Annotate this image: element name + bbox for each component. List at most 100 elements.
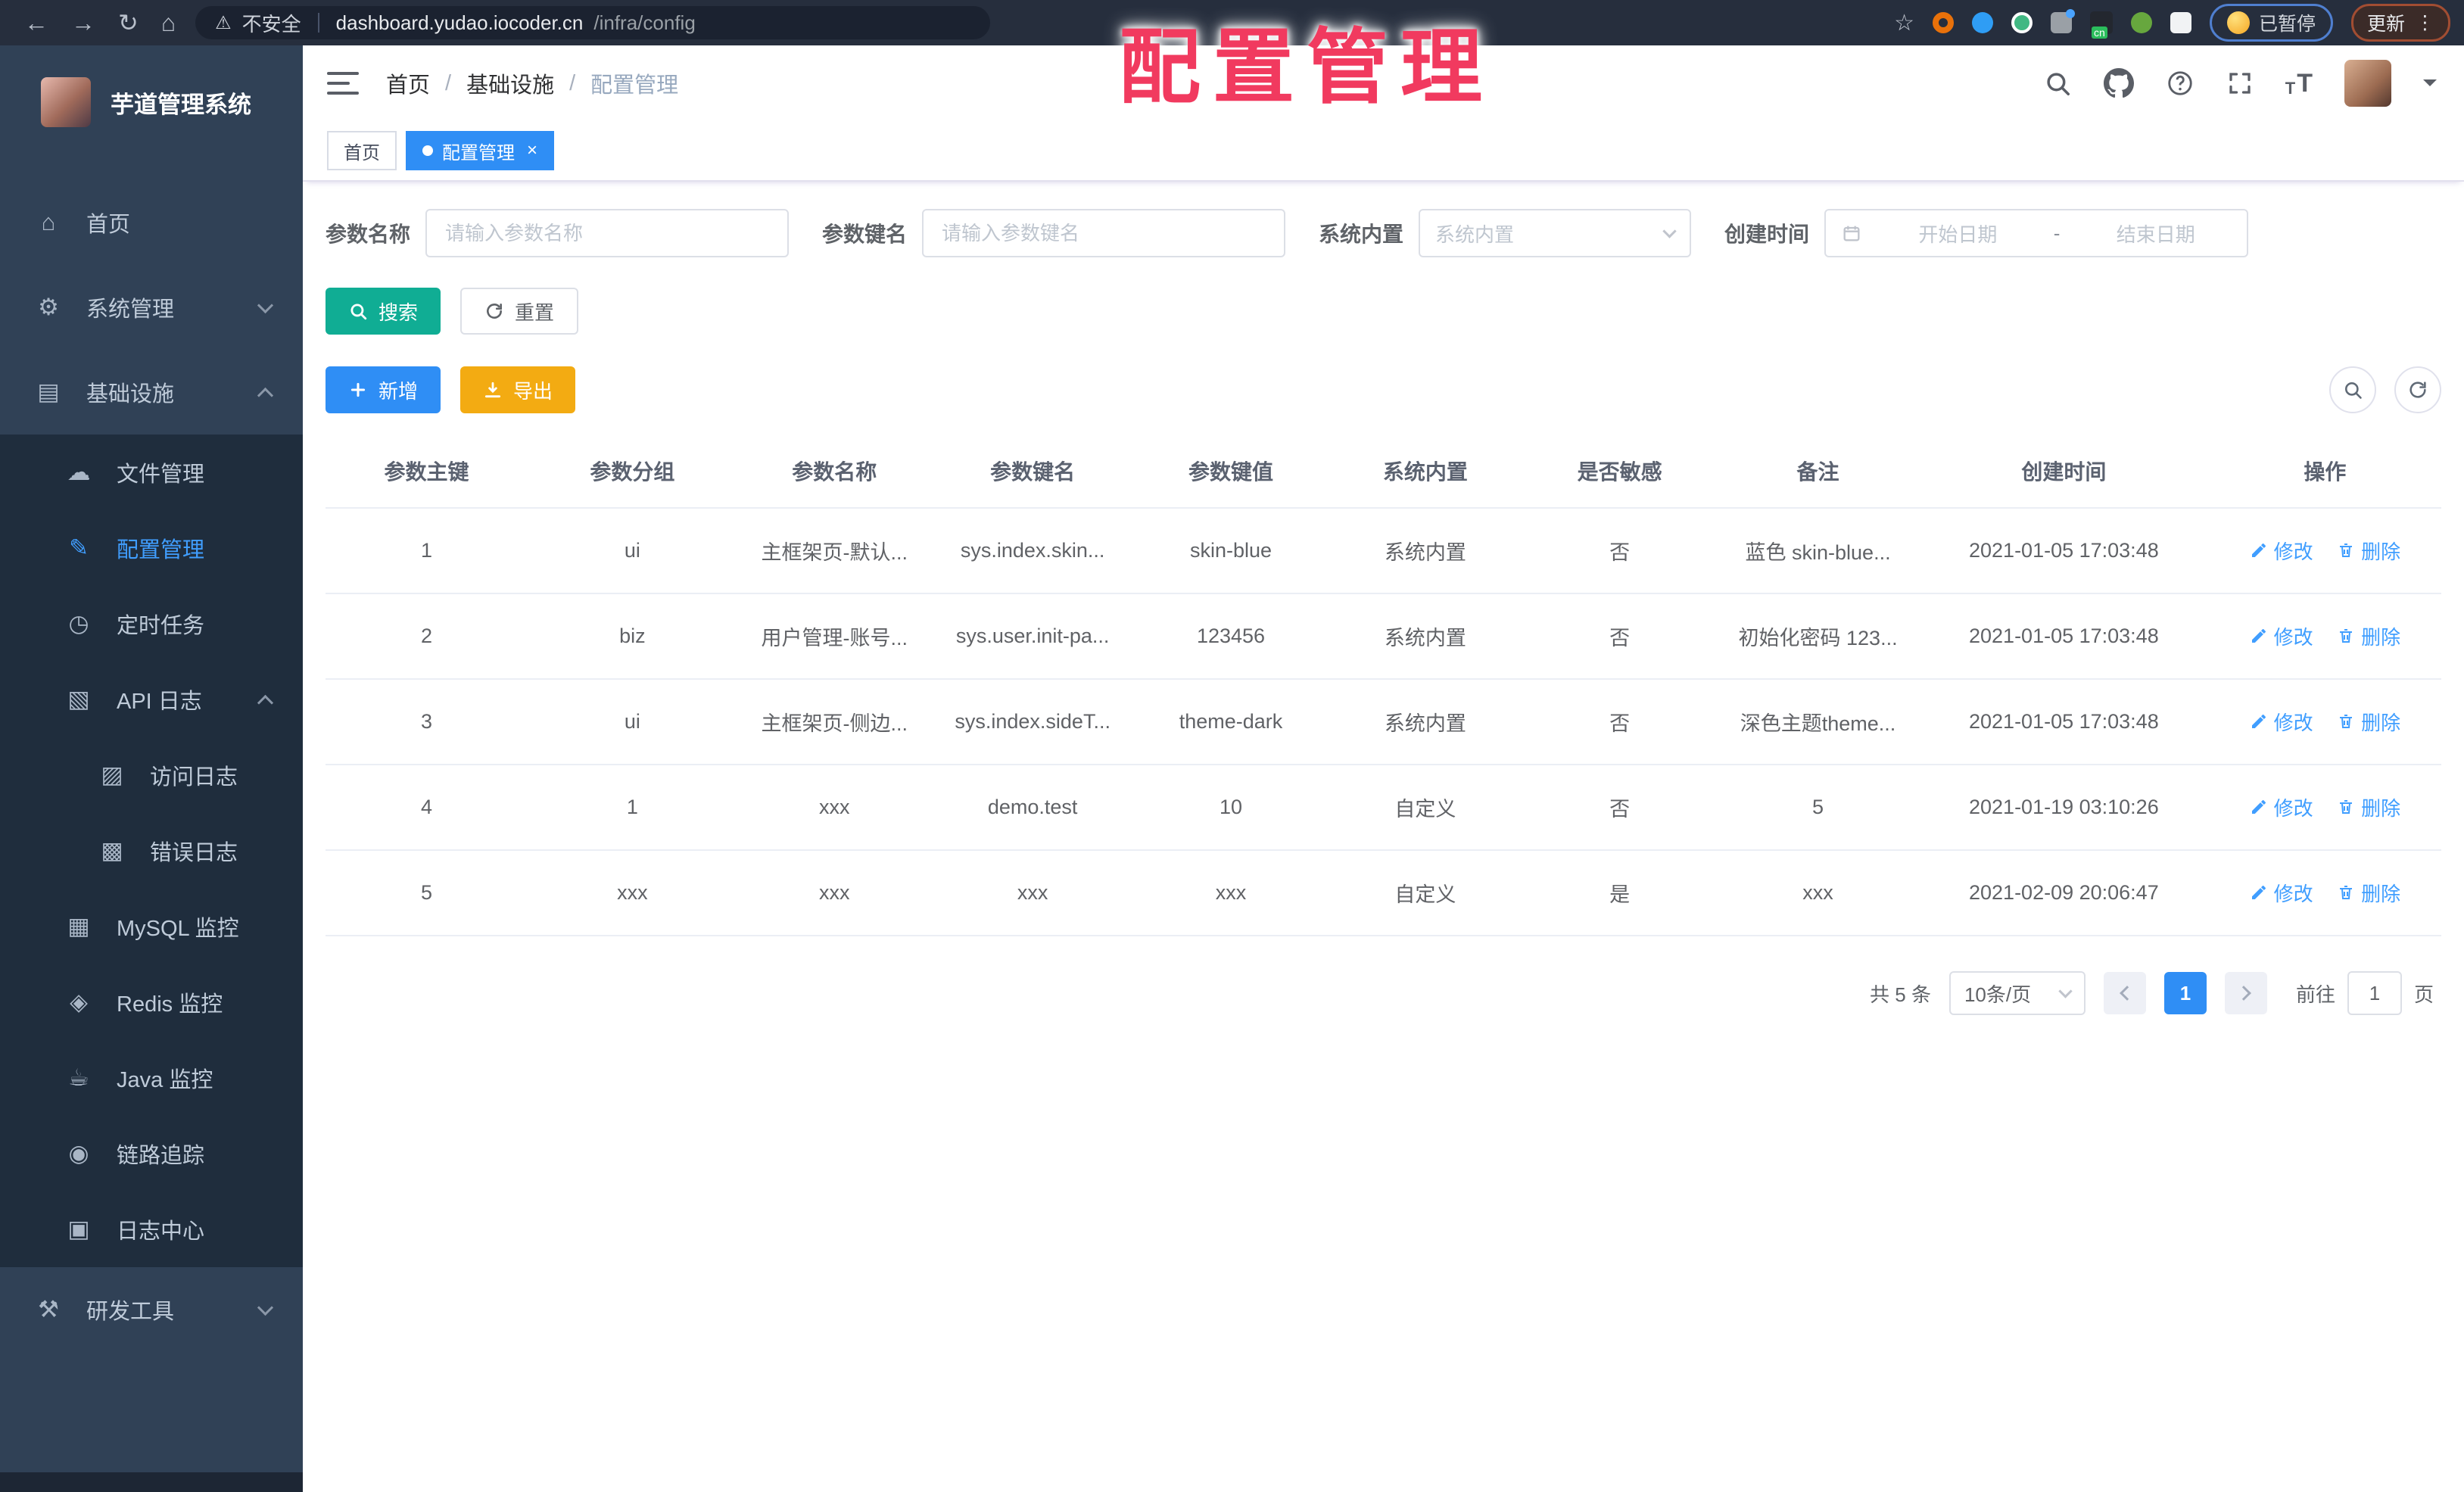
close-icon[interactable]: ×: [527, 140, 537, 161]
tab-config[interactable]: 配置管理 ×: [406, 131, 555, 170]
sidebar-item-java[interactable]: ☕ Java 监控: [0, 1040, 303, 1116]
github-icon[interactable]: [2103, 68, 2134, 98]
cn-badge: cn: [2091, 26, 2107, 39]
extensions-puzzle-icon[interactable]: [2170, 12, 2191, 33]
add-button[interactable]: 新增: [326, 366, 441, 413]
browser-toolbar-right: ☆ cn 已暂停 更新 ⋮: [1894, 4, 2450, 42]
cell-created: 2021-01-05 17:03:48: [1919, 508, 2209, 594]
cell-key: sys.user.init-pa...: [931, 593, 1134, 680]
toggle-search-button[interactable]: [2329, 366, 2376, 413]
filter-param-name: 参数名称: [326, 209, 790, 257]
chevron-right-icon: [2236, 986, 2251, 1001]
browser-reload-icon[interactable]: ↻: [118, 8, 139, 37]
sidebar-item-log-center[interactable]: ▣ 日志中心: [0, 1191, 303, 1267]
prev-page-button[interactable]: [2103, 972, 2146, 1014]
reset-button[interactable]: 重置: [460, 288, 579, 335]
next-page-button[interactable]: [2224, 972, 2267, 1014]
page-size-select[interactable]: 10条/页: [1948, 971, 2086, 1015]
cell-value: 10: [1133, 765, 1329, 851]
param-key-input[interactable]: [922, 209, 1286, 257]
edit-link[interactable]: 修改: [2250, 793, 2313, 821]
sidebar-item-api-log[interactable]: ▧ API 日志: [0, 662, 303, 737]
table-toolbar: 新增 导出: [326, 366, 2441, 413]
document-icon: ▩: [101, 837, 123, 864]
sidebar-item-home[interactable]: ⌂ 首页: [0, 180, 303, 265]
param-name-input[interactable]: [425, 209, 790, 257]
plus-icon: [350, 382, 366, 397]
table-tools: [2329, 366, 2441, 413]
extension-pin-icon[interactable]: [1971, 12, 1993, 33]
paused-badge[interactable]: 已暂停: [2209, 4, 2333, 42]
edit-link[interactable]: 修改: [2250, 622, 2313, 650]
extension-grid-icon[interactable]: [2050, 9, 2075, 33]
search-icon[interactable]: [2043, 69, 2072, 98]
current-page-button[interactable]: 1: [2163, 972, 2207, 1014]
extension-orange-icon[interactable]: [1932, 12, 1954, 33]
delete-link[interactable]: 删除: [2337, 879, 2400, 907]
table-row: 5 xxx xxx xxx xxx 自定义 是 xxx 2021-02-09 2…: [326, 850, 2441, 936]
edit-link[interactable]: 修改: [2250, 708, 2313, 736]
sidebar-item-trace[interactable]: ◉ 链路追踪: [0, 1116, 303, 1191]
filter-param-key: 参数键名: [822, 209, 1286, 257]
cell-group: biz: [527, 593, 737, 680]
sidebar-item-system[interactable]: ⚙ 系统管理: [0, 265, 303, 350]
extension-cn-icon[interactable]: cn: [2089, 11, 2113, 39]
trash-icon: [2340, 715, 2353, 729]
bookmark-star-icon[interactable]: ☆: [1894, 10, 1914, 36]
tab-home[interactable]: 首页: [327, 131, 397, 170]
tab-label: 首页: [344, 142, 380, 164]
sidebar-item-infra[interactable]: ▤ 基础设施: [0, 350, 303, 435]
extension-vue-icon[interactable]: [2011, 12, 2033, 33]
sidebar-item-redis[interactable]: ◈ Redis 监控: [0, 964, 303, 1040]
sidebar-item-label: 基础设施: [86, 382, 175, 406]
edit-link[interactable]: 修改: [2250, 537, 2313, 565]
goto-page-input[interactable]: [2347, 971, 2402, 1015]
cell-actions: 修改 删除: [2208, 765, 2441, 851]
cell-key: sys.index.sideT...: [931, 679, 1134, 765]
font-size-icon[interactable]: TT: [2285, 69, 2313, 98]
fullscreen-icon[interactable]: [2226, 70, 2254, 97]
search-button[interactable]: 搜索: [326, 288, 441, 335]
sidebar-toggle-icon[interactable]: [327, 72, 359, 95]
browser-address-bar[interactable]: ⚠ 不安全 dashboard.yudao.iocoder.cn/infra/c…: [195, 6, 991, 39]
builtin-select[interactable]: 系统内置: [1419, 209, 1692, 257]
not-secure-warning-icon: ⚠: [215, 12, 232, 33]
delete-link[interactable]: 删除: [2337, 622, 2400, 650]
breadcrumb-home[interactable]: 首页: [386, 67, 430, 99]
cell-key: sys.index.skin...: [931, 508, 1134, 594]
monitor-icon: ▤: [37, 378, 60, 405]
date-separator: -: [2053, 221, 2061, 245]
breadcrumb-infra[interactable]: 基础设施: [466, 67, 554, 99]
delete-link[interactable]: 删除: [2337, 708, 2400, 736]
export-button[interactable]: 导出: [460, 366, 576, 413]
browser-back-icon[interactable]: ←: [24, 9, 48, 37]
sidebar-item-label: 系统管理: [86, 297, 175, 322]
cell-name: xxx: [737, 850, 932, 936]
cell-sensitive: 是: [1522, 850, 1718, 936]
browser-home-icon[interactable]: ⌂: [161, 9, 176, 37]
browser-menu-dots-icon: ⋮: [2416, 12, 2434, 33]
not-secure-label: 不安全: [241, 12, 301, 36]
edit-link[interactable]: 修改: [2250, 879, 2313, 907]
date-range-picker[interactable]: 开始日期 - 结束日期: [1824, 209, 2249, 257]
sidebar-item-mysql[interactable]: ▦ MySQL 监控: [0, 889, 303, 964]
refresh-table-button[interactable]: [2394, 366, 2441, 413]
delete-link[interactable]: 删除: [2337, 793, 2400, 821]
col-param-value: 参数键值: [1133, 435, 1329, 509]
browser-forward-icon[interactable]: →: [71, 9, 95, 37]
avatar-caret-icon[interactable]: [2423, 79, 2437, 93]
user-avatar[interactable]: [2344, 60, 2391, 107]
sidebar-item-access-log[interactable]: ▨ 访问日志: [0, 737, 303, 813]
extension-leaf-icon[interactable]: [2130, 12, 2152, 33]
sidebar-item-file[interactable]: ☁ 文件管理: [0, 435, 303, 510]
browser-update-button[interactable]: 更新 ⋮: [2350, 4, 2450, 42]
col-param-id: 参数主键: [326, 435, 528, 509]
delete-link[interactable]: 删除: [2337, 537, 2400, 565]
sidebar-item-error-log[interactable]: ▩ 错误日志: [0, 813, 303, 889]
cell-actions: 修改 删除: [2208, 508, 2441, 594]
sidebar-item-config[interactable]: ✎ 配置管理: [0, 510, 303, 586]
sidebar-logo[interactable]: 芋道管理系统: [0, 45, 303, 159]
sidebar-item-devtools[interactable]: ⚒ 研发工具: [0, 1267, 303, 1352]
sidebar-item-job[interactable]: ◷ 定时任务: [0, 586, 303, 662]
help-icon[interactable]: [2166, 69, 2195, 98]
